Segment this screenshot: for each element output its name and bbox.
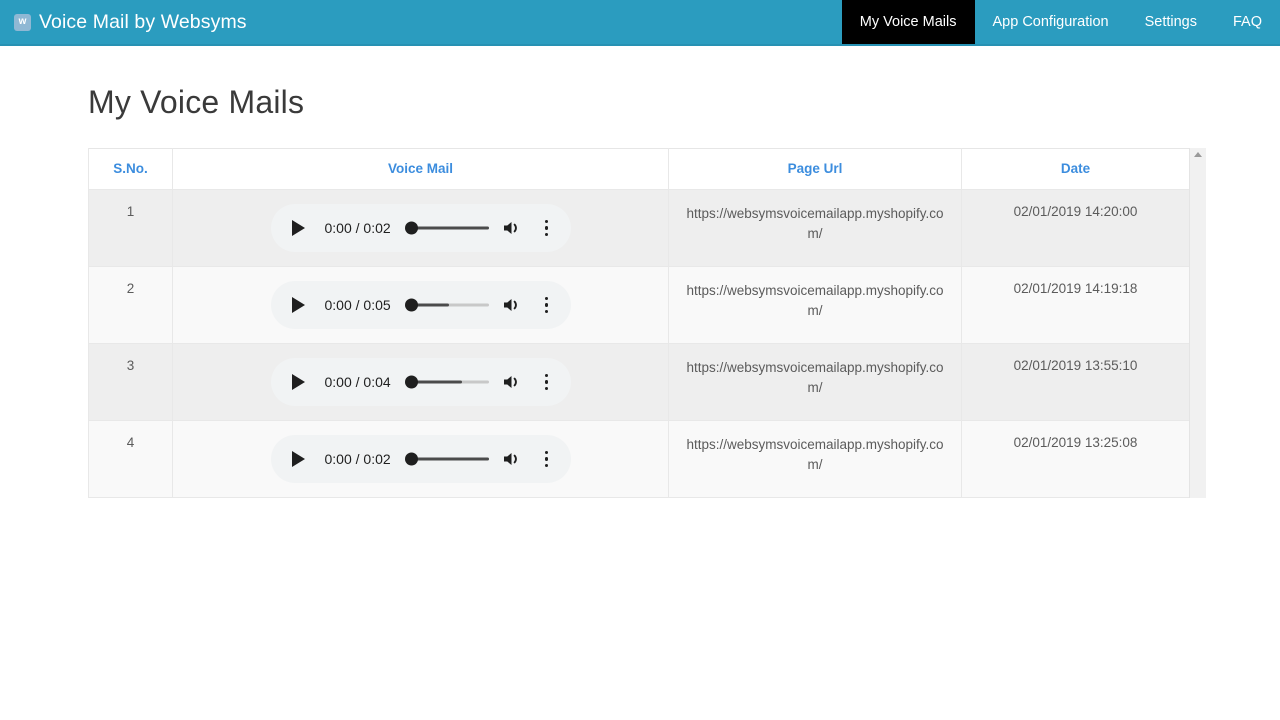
cell-voice-mail: 0:00 / 0:04 xyxy=(172,343,669,421)
audio-progress-slider[interactable] xyxy=(404,451,489,467)
table-head: S.No. Voice Mail Page Url Date xyxy=(88,148,1189,190)
play-icon[interactable] xyxy=(289,218,309,238)
play-icon[interactable] xyxy=(289,295,309,315)
audio-progress-slider[interactable] xyxy=(404,220,489,236)
audio-player[interactable]: 0:00 / 0:04 xyxy=(270,358,571,406)
nav-link-faq[interactable]: FAQ xyxy=(1215,0,1280,44)
audio-time-display: 0:00 / 0:02 xyxy=(324,451,391,467)
cell-date: 02/01/2019 14:19:18 xyxy=(961,266,1189,344)
cell-page-url: https://websymsvoicemailapp.myshopify.co… xyxy=(668,266,962,344)
table-row: 1 0:00 / 0:02 https://websymsvoicemailap… xyxy=(88,189,1189,267)
cell-page-url: https://websymsvoicemailapp.myshopify.co… xyxy=(668,189,962,267)
table-row: 2 0:00 / 0:05 https://websymsvoicemailap… xyxy=(88,266,1189,344)
brand[interactable]: w Voice Mail by Websyms xyxy=(0,0,247,44)
play-icon[interactable] xyxy=(289,372,309,392)
audio-progress-slider[interactable] xyxy=(404,297,489,313)
audio-player[interactable]: 0:00 / 0:02 xyxy=(270,204,571,252)
cell-date: 02/01/2019 13:25:08 xyxy=(961,420,1189,498)
table-row: 3 0:00 / 0:04 https://websymsvoicemailap… xyxy=(88,343,1189,421)
cell-page-url: https://websymsvoicemailapp.myshopify.co… xyxy=(668,343,962,421)
more-vertical-icon[interactable] xyxy=(539,295,555,315)
column-header-sno[interactable]: S.No. xyxy=(88,148,173,190)
brand-title: Voice Mail by Websyms xyxy=(39,10,247,33)
cell-sno: 4 xyxy=(88,420,173,498)
more-vertical-icon[interactable] xyxy=(539,218,555,238)
page-body: My Voice Mails S.No. Voice Mail Page Url… xyxy=(0,46,1280,498)
audio-player[interactable]: 0:00 / 0:05 xyxy=(270,281,571,329)
voice-mails-table-container: S.No. Voice Mail Page Url Date 1 0:00 / xyxy=(88,148,1206,498)
more-vertical-icon[interactable] xyxy=(539,372,555,392)
voice-mails-table: S.No. Voice Mail Page Url Date 1 0:00 / xyxy=(88,148,1189,498)
audio-time-display: 0:00 / 0:04 xyxy=(324,374,391,390)
volume-icon[interactable] xyxy=(501,449,523,469)
cell-voice-mail: 0:00 / 0:05 xyxy=(172,266,669,344)
nav-link-settings[interactable]: Settings xyxy=(1127,0,1215,44)
table-header-row: S.No. Voice Mail Page Url Date xyxy=(88,148,1189,190)
audio-progress-slider[interactable] xyxy=(404,374,489,390)
cell-sno: 1 xyxy=(88,189,173,267)
volume-icon[interactable] xyxy=(501,218,523,238)
table-body: 1 0:00 / 0:02 https://websymsvoicemailap… xyxy=(88,189,1189,498)
cell-sno: 2 xyxy=(88,266,173,344)
table-vertical-scrollbar[interactable] xyxy=(1189,148,1206,498)
audio-time-display: 0:00 / 0:02 xyxy=(324,220,391,236)
column-header-date[interactable]: Date xyxy=(961,148,1189,190)
audio-time-display: 0:00 / 0:05 xyxy=(324,297,391,313)
volume-icon[interactable] xyxy=(501,295,523,315)
page-title: My Voice Mails xyxy=(88,84,305,120)
more-vertical-icon[interactable] xyxy=(539,449,555,469)
scroll-up-arrow-icon[interactable] xyxy=(1194,152,1202,157)
audio-player[interactable]: 0:00 / 0:02 xyxy=(270,435,571,483)
column-header-voice-mail[interactable]: Voice Mail xyxy=(172,148,669,190)
cell-date: 02/01/2019 13:55:10 xyxy=(961,343,1189,421)
top-navbar: w Voice Mail by Websyms My Voice Mails A… xyxy=(0,0,1280,46)
cell-date: 02/01/2019 14:20:00 xyxy=(961,189,1189,267)
w-logo-icon: w xyxy=(14,13,31,31)
nav-links: My Voice Mails App Configuration Setting… xyxy=(841,0,1280,44)
voice-mails-table-scroll[interactable]: S.No. Voice Mail Page Url Date 1 0:00 / xyxy=(88,148,1189,498)
cell-page-url: https://websymsvoicemailapp.myshopify.co… xyxy=(668,420,962,498)
play-icon[interactable] xyxy=(289,449,309,469)
volume-icon[interactable] xyxy=(501,372,523,392)
nav-link-my-voice-mails[interactable]: My Voice Mails xyxy=(841,0,975,44)
nav-link-app-configuration[interactable]: App Configuration xyxy=(975,0,1127,44)
table-row: 4 0:00 / 0:02 https://websymsvoicemailap… xyxy=(88,420,1189,498)
cell-sno: 3 xyxy=(88,343,173,421)
cell-voice-mail: 0:00 / 0:02 xyxy=(172,420,669,498)
cell-voice-mail: 0:00 / 0:02 xyxy=(172,189,669,267)
column-header-page-url[interactable]: Page Url xyxy=(668,148,962,190)
